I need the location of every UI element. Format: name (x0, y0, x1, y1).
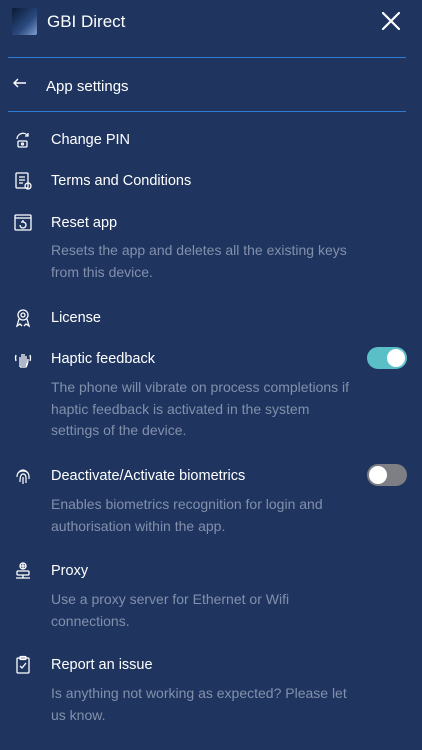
toggle-knob (387, 349, 405, 367)
change-pin-icon (13, 130, 33, 150)
back-button[interactable]: App settings (0, 70, 422, 102)
setting-haptic-feedback: Haptic feedback The phone will vibrate o… (0, 347, 422, 441)
setting-label: License (51, 310, 101, 326)
setting-reset-app[interactable]: Reset app Resets the app and deletes all… (0, 213, 422, 283)
document-icon (13, 171, 33, 191)
proxy-icon (13, 561, 33, 581)
license-icon (13, 308, 33, 328)
header-divider (8, 57, 406, 58)
setting-change-pin[interactable]: Change PIN (0, 130, 422, 152)
haptic-feedback-toggle[interactable] (367, 347, 407, 369)
reset-icon (13, 213, 33, 233)
setting-biometrics: Deactivate/Activate biometrics Enables b… (0, 464, 422, 536)
report-icon (13, 655, 33, 675)
biometrics-toggle[interactable] (367, 464, 407, 486)
setting-description: Enables biometrics recognition for login… (51, 496, 323, 534)
app-header: GBI Direct (0, 0, 422, 48)
setting-label: Report an issue (51, 657, 153, 673)
setting-label: Reset app (51, 215, 118, 231)
setting-label: Haptic feedback (51, 351, 155, 367)
app-logo (12, 8, 37, 35)
setting-label: Deactivate/Activate biometrics (51, 468, 246, 484)
setting-label: Terms and Conditions (51, 173, 192, 189)
fingerprint-icon (13, 466, 33, 486)
setting-report-issue[interactable]: Report an issue Is anything not working … (0, 655, 422, 725)
setting-label: Proxy (51, 563, 89, 579)
setting-license[interactable]: License (0, 308, 422, 330)
setting-description: Resets the app and deletes all the exist… (51, 242, 347, 280)
setting-description: Use a proxy server for Ethernet or Wifi … (51, 591, 290, 629)
setting-label: Change PIN (51, 132, 130, 148)
close-icon[interactable] (380, 10, 402, 32)
setting-description: Is anything not working as expected? Ple… (51, 685, 347, 723)
setting-description: The phone will vibrate on process comple… (51, 379, 350, 438)
setting-proxy[interactable]: Proxy Use a proxy server for Ethernet or… (0, 561, 422, 631)
title-divider (8, 111, 406, 112)
setting-terms[interactable]: Terms and Conditions (0, 171, 422, 193)
haptic-icon (13, 349, 33, 369)
arrow-left-icon (12, 75, 28, 91)
app-title: GBI Direct (47, 12, 126, 31)
toggle-knob (369, 466, 387, 484)
page-title: App settings (46, 78, 129, 95)
